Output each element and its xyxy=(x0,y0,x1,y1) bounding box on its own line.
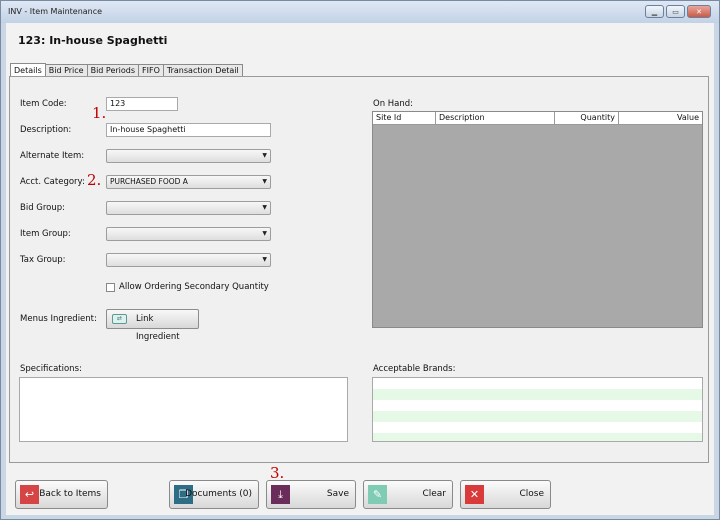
link-ingredient-label: Link Ingredient xyxy=(136,314,180,342)
save-label: Save xyxy=(326,489,349,499)
specifications-label: Specifications: xyxy=(20,364,82,374)
close-window-button[interactable]: ✕ xyxy=(687,5,711,18)
brands-row xyxy=(373,378,702,389)
item-code-label: Item Code: xyxy=(20,99,67,109)
acct-category-value: PURCHASED FOOD A xyxy=(110,177,188,186)
link-ingredient-button[interactable]: ⇄ Link Ingredient xyxy=(106,309,199,342)
on-hand-label: On Hand: xyxy=(373,99,414,109)
annotation-1: 1. xyxy=(92,104,107,122)
clear-label: Clear xyxy=(422,489,446,499)
page-title: 123: In-house Spaghetti xyxy=(18,34,168,47)
specifications-textarea[interactable] xyxy=(19,377,348,442)
chevron-down-icon: ▼ xyxy=(262,178,267,185)
on-hand-header: Site Id Description Quantity Value xyxy=(373,112,702,125)
acct-category-label: Acct. Category: xyxy=(20,177,85,187)
chevron-down-icon: ▼ xyxy=(262,152,267,159)
back-arrow-icon: ↩ xyxy=(20,485,39,504)
alternate-item-select[interactable]: ▼ xyxy=(106,149,271,163)
link-icon: ⇄ xyxy=(112,314,127,324)
save-button[interactable]: ⤓ Save xyxy=(266,480,356,509)
back-to-items-button[interactable]: ↩ Back to Items xyxy=(15,480,108,509)
brands-row xyxy=(373,422,702,433)
acct-category-select[interactable]: PURCHASED FOOD A ▼ xyxy=(106,175,271,189)
column-header-quantity[interactable]: Quantity xyxy=(555,112,619,124)
chevron-down-icon: ▼ xyxy=(262,204,267,211)
client-area: 123: In-house Spaghetti Details Bid Pric… xyxy=(6,23,714,515)
alternate-item-label: Alternate Item: xyxy=(20,151,85,161)
allow-secondary-label: Allow Ordering Secondary Quantity xyxy=(119,282,269,292)
clear-button[interactable]: ✎ Clear xyxy=(363,480,453,509)
close-icon: ✕ xyxy=(465,485,484,504)
close-icon: ✕ xyxy=(696,7,702,16)
item-group-label: Item Group: xyxy=(20,229,71,239)
title-bar[interactable]: INV - Item Maintenance ▁ ▭ ✕ xyxy=(1,1,719,23)
menus-ingredient-label: Menus Ingredient: xyxy=(20,314,97,324)
item-code-input[interactable]: 123 xyxy=(106,97,178,111)
back-to-items-label: Back to Items xyxy=(39,489,101,499)
item-maintenance-window: INV - Item Maintenance ▁ ▭ ✕ 123: In-hou… xyxy=(0,0,720,520)
brands-row xyxy=(373,433,702,441)
brands-row xyxy=(373,389,702,400)
item-group-select[interactable]: ▼ xyxy=(106,227,271,241)
description-input[interactable]: In-house Spaghetti xyxy=(106,123,271,137)
brands-row xyxy=(373,400,702,411)
column-header-value[interactable]: Value xyxy=(619,112,702,124)
window-title: INV - Item Maintenance xyxy=(8,7,103,16)
save-icon: ⤓ xyxy=(271,485,290,504)
bid-group-select[interactable]: ▼ xyxy=(106,201,271,215)
tax-group-label: Tax Group: xyxy=(20,255,66,265)
minimize-button[interactable]: ▁ xyxy=(645,5,664,18)
minimize-icon: ▁ xyxy=(651,7,658,16)
close-button[interactable]: ✕ Close xyxy=(460,480,551,509)
acceptable-brands-grid[interactable] xyxy=(372,377,703,442)
bid-group-label: Bid Group: xyxy=(20,203,66,213)
eraser-icon: ✎ xyxy=(368,485,387,504)
window-controls: ▁ ▭ ✕ xyxy=(645,5,711,18)
acceptable-brands-label: Acceptable Brands: xyxy=(373,364,456,374)
brands-row xyxy=(373,411,702,422)
annotation-2: 2. xyxy=(87,171,102,189)
close-label: Close xyxy=(519,489,544,499)
column-header-site-id[interactable]: Site Id xyxy=(373,112,436,124)
chevron-down-icon: ▼ xyxy=(262,230,267,237)
tax-group-select[interactable]: ▼ xyxy=(106,253,271,267)
allow-secondary-checkbox[interactable] xyxy=(106,283,115,292)
on-hand-grid[interactable]: Site Id Description Quantity Value xyxy=(372,111,703,328)
restore-button[interactable]: ▭ xyxy=(666,5,685,18)
column-header-description[interactable]: Description xyxy=(436,112,555,124)
documents-button[interactable]: ❐ Documents (0) xyxy=(169,480,259,509)
restore-icon: ▭ xyxy=(672,7,679,16)
chevron-down-icon: ▼ xyxy=(262,256,267,263)
documents-label: Documents (0) xyxy=(185,489,252,499)
details-panel: Item Code: 123 1. Description: In-house … xyxy=(9,76,709,463)
description-label: Description: xyxy=(20,125,72,135)
tab-details[interactable]: Details xyxy=(10,63,46,77)
